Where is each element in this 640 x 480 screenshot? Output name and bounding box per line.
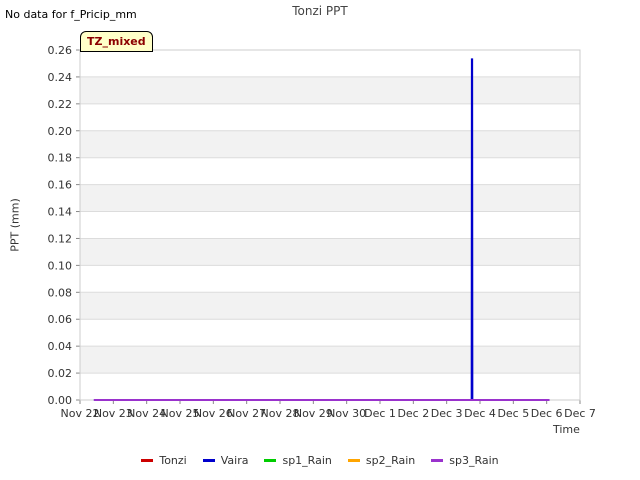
x-tick-label: Dec 4 — [464, 407, 496, 420]
grid-band — [80, 103, 580, 131]
x-tick-label: Dec 2 — [397, 407, 429, 420]
x-axis-label: Time — [553, 423, 580, 436]
legend-swatch — [202, 459, 215, 462]
legend-label: Tonzi — [159, 454, 187, 467]
y-tick-label: 0.20 — [48, 125, 73, 138]
grid-band — [80, 292, 580, 320]
legend-label: Vaira — [220, 454, 249, 467]
x-tick-label: Dec 7 — [564, 407, 596, 420]
legend-item-sp1-rain: sp1_Rain — [264, 454, 332, 467]
y-tick-label: 0.02 — [48, 367, 73, 380]
y-tick-label: 0.10 — [48, 259, 73, 272]
legend-swatch — [347, 459, 360, 462]
x-tick-label: Dec 1 — [364, 407, 396, 420]
grid-band — [80, 50, 580, 77]
grid-band — [80, 265, 580, 293]
y-tick-label: 0.22 — [48, 98, 73, 111]
y-axis-label: PPT (mm) — [8, 198, 22, 252]
y-tick-label: 0.06 — [48, 313, 73, 326]
grid-band — [80, 184, 580, 212]
y-tick-label: 0.24 — [48, 71, 73, 84]
x-tick-label: Dec 3 — [431, 407, 463, 420]
legend-label: sp2_Rain — [365, 454, 416, 467]
legend-swatch — [264, 459, 277, 462]
legend-item-tonzi: Tonzi — [141, 454, 187, 467]
y-tick-label: 0.08 — [48, 286, 73, 299]
legend-label: sp3_Rain — [449, 454, 499, 467]
y-tick-label: 0.18 — [48, 152, 73, 165]
x-tick-label: Nov 30 — [327, 407, 366, 420]
y-tick-label: 0.26 — [48, 44, 73, 57]
grid-band — [80, 238, 580, 266]
y-tick-label: 0.14 — [48, 206, 73, 219]
legend-swatch — [141, 459, 154, 462]
grid-band — [80, 346, 580, 374]
site-tag: TZ_mixed — [80, 31, 153, 52]
grid-band — [80, 319, 580, 347]
x-tick-label: Dec 5 — [497, 407, 529, 420]
x-tick-label: Dec 6 — [531, 407, 563, 420]
grid-band — [80, 76, 580, 104]
legend-item-sp3-rain: sp3_Rain — [431, 454, 499, 467]
y-tick-label: 0.04 — [48, 340, 73, 353]
legend-item-sp2-rain: sp2_Rain — [347, 454, 416, 467]
chart-canvas: 0.00 0.02 0.04 0.06 0.08 0.10 0.12 0.14 0.16 0.18… — [48, 44, 596, 420]
legend: Tonzi Vaira sp1_Rain sp2_Rain sp3_Rain — [0, 454, 640, 467]
grid-band — [80, 373, 580, 400]
legend-label: sp1_Rain — [282, 454, 332, 467]
grid-band — [80, 157, 580, 185]
y-tick-label: 0.12 — [48, 232, 73, 245]
y-tick-label: 0.00 — [48, 394, 73, 407]
legend-swatch — [431, 459, 444, 462]
legend-item-vaira: Vaira — [202, 454, 249, 467]
grid-band — [80, 211, 580, 239]
grid-band — [80, 130, 580, 158]
y-tick-label: 0.16 — [48, 179, 73, 192]
